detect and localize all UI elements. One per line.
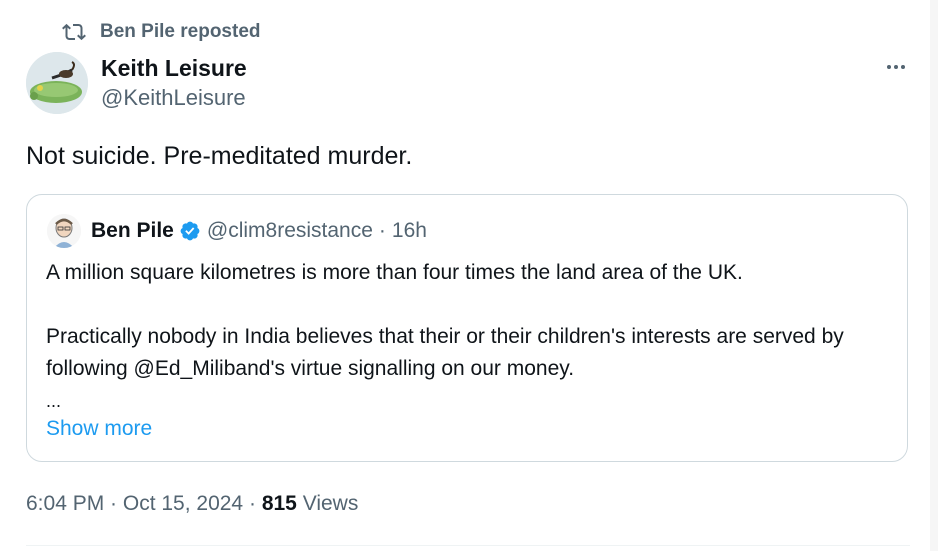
quoted-paragraph-1: A million square kilometres is more than… <box>46 261 743 284</box>
quoted-tweet-card[interactable]: Ben Pile @clim8resistance · 16h A millio… <box>26 194 908 462</box>
verified-badge-icon <box>179 220 201 242</box>
quoted-avatar-image <box>47 214 81 248</box>
scrollbar[interactable] <box>930 0 938 551</box>
show-more-link[interactable]: Show more <box>46 413 152 445</box>
repost-indicator[interactable]: Ben Pile reposted <box>62 20 261 44</box>
author-handle[interactable]: @KeithLeisure <box>101 84 247 112</box>
truncation-ellipsis: ... <box>46 391 62 411</box>
header-separator: · <box>378 219 386 242</box>
quoted-author-name[interactable]: Ben Pile <box>91 219 174 243</box>
quoted-tweet-header: Ben Pile @clim8resistance · 16h <box>47 213 427 249</box>
tweet-text: Not suicide. Pre-meditated murder. <box>26 142 413 170</box>
quoted-author-handle[interactable]: @clim8resistance <box>207 219 373 243</box>
tweet-timestamp[interactable]: 6:04 PM · Oct 15, 2024 <box>26 492 243 515</box>
repost-icon <box>62 20 86 44</box>
avatar[interactable] <box>26 52 88 114</box>
repost-label: Ben Pile reposted <box>100 21 261 42</box>
divider <box>26 545 910 546</box>
quoted-tweet-time[interactable]: 16h <box>392 219 427 243</box>
quoted-paragraph-2: Practically nobody in India believes tha… <box>46 325 844 380</box>
tweet-meta: 6:04 PM · Oct 15, 2024 · 815 Views <box>26 490 358 518</box>
quoted-tweet-body: A million square kilometres is more than… <box>46 257 886 415</box>
avatar-image <box>26 52 88 114</box>
author-block: Keith Leisure @KeithLeisure <box>101 54 247 112</box>
author-name[interactable]: Keith Leisure <box>101 54 247 82</box>
quoted-author-avatar[interactable] <box>47 214 81 248</box>
views-count: 815 <box>261 492 297 515</box>
views-label: Views <box>302 492 359 515</box>
more-button[interactable] <box>878 54 914 80</box>
meta-separator: · <box>248 492 256 515</box>
more-icon <box>887 65 905 69</box>
